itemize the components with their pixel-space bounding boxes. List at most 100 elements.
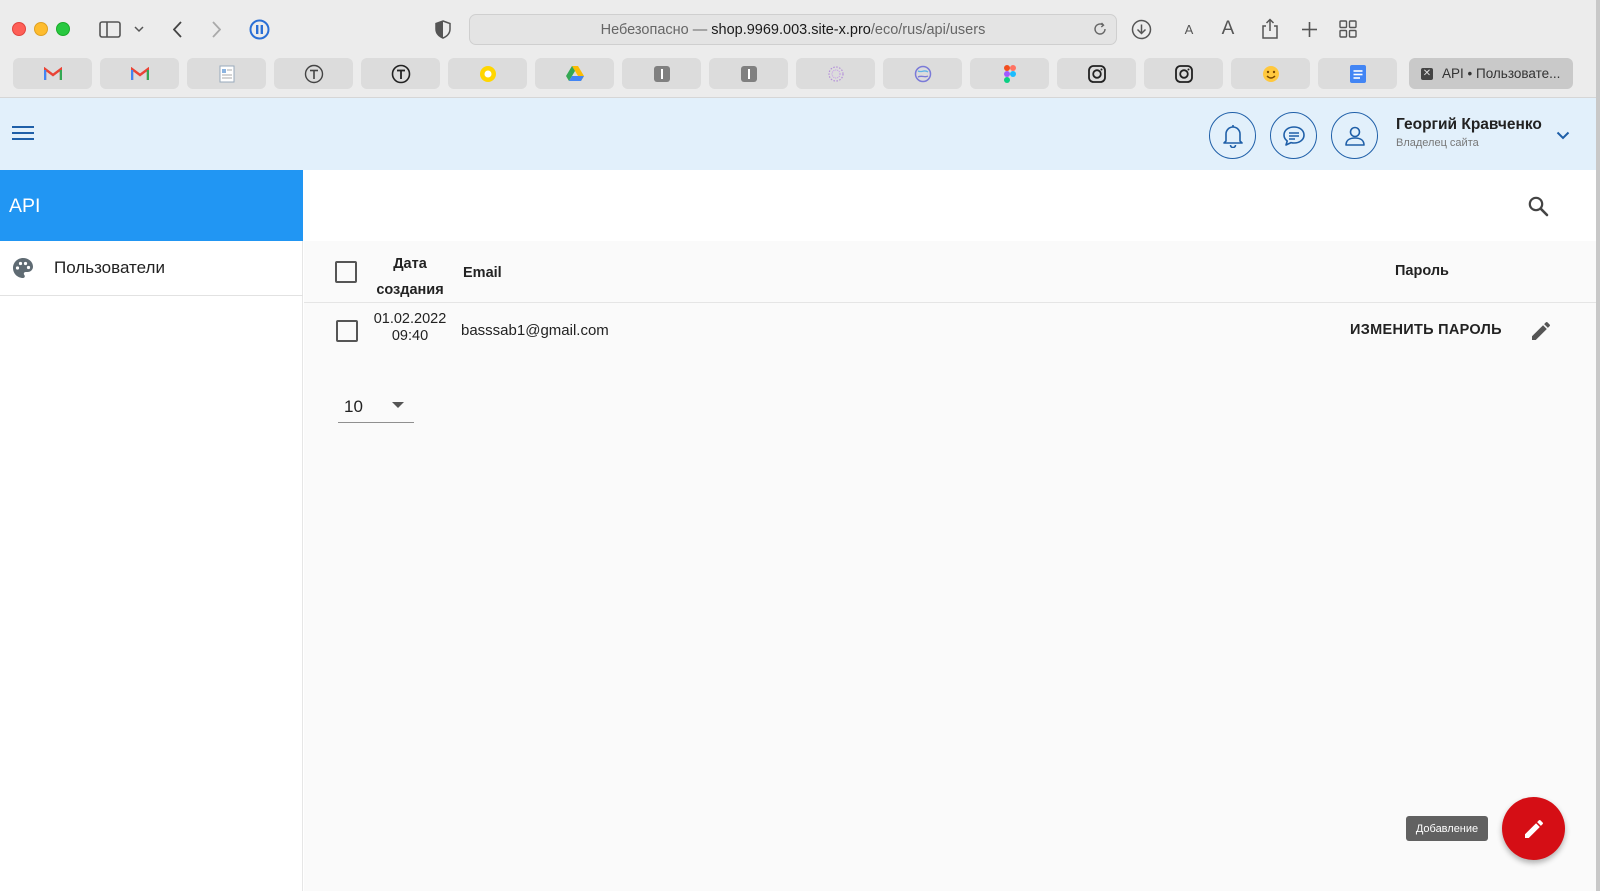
chevron-right-icon xyxy=(212,20,221,38)
tab-flower[interactable] xyxy=(796,58,875,89)
active-tab-label: API • Пользовате... xyxy=(1442,66,1561,81)
select-all-checkbox[interactable] xyxy=(335,261,357,283)
reload-button[interactable] xyxy=(1092,21,1108,41)
google-drive-icon xyxy=(565,66,584,81)
doc-icon xyxy=(219,65,234,82)
forward-button[interactable] xyxy=(208,16,224,42)
reload-icon xyxy=(1094,22,1106,35)
pause-extension-button[interactable] xyxy=(248,16,270,42)
gmail-icon xyxy=(43,66,62,80)
change-password-button[interactable]: ИЗМЕНИТЬ ПАРОЛЬ xyxy=(1350,322,1502,338)
tab-api-users[interactable]: ✕ API • Пользовате... xyxy=(1409,58,1573,89)
tab-doc[interactable] xyxy=(187,58,266,89)
minimize-window-button[interactable] xyxy=(34,22,48,36)
search-icon xyxy=(1528,196,1549,217)
tab-i-1[interactable] xyxy=(622,58,701,89)
tab-gmail-1[interactable] xyxy=(13,58,92,89)
tab-yellow[interactable] xyxy=(448,58,527,89)
gmail-icon xyxy=(130,66,149,80)
zoom-window-button[interactable] xyxy=(56,22,70,36)
download-icon xyxy=(1131,19,1151,39)
chat-icon xyxy=(1282,125,1305,146)
tab-instagram-1[interactable] xyxy=(1057,58,1136,89)
address-bar[interactable]: Небезопасно — shop.9969.003.site-x.pro/e… xyxy=(469,14,1117,45)
figma-icon xyxy=(1003,64,1016,83)
table-row[interactable]: 01.02.2022 09:40 basssab1@gmail.com ИЗМЕ… xyxy=(304,304,1596,360)
chevron-down-icon xyxy=(134,25,144,32)
sidebar-title: API xyxy=(0,170,303,241)
chevron-left-icon xyxy=(173,20,182,38)
palette-icon xyxy=(13,258,33,278)
tab-bar: ✕ API • Пользовате... xyxy=(0,58,1600,90)
new-tab-button[interactable] xyxy=(1300,16,1318,42)
row-date-cell: 01.02.2022 09:40 xyxy=(368,311,452,345)
google-docs-icon xyxy=(1349,64,1366,83)
column-date[interactable]: Дата создания xyxy=(370,251,450,303)
pencil-icon xyxy=(1524,819,1543,838)
tab-t-1[interactable] xyxy=(274,58,353,89)
shield-icon xyxy=(435,19,451,39)
notifications-button[interactable] xyxy=(1209,112,1256,159)
bell-icon xyxy=(1222,124,1243,148)
profile-button[interactable] xyxy=(1331,112,1378,159)
globe-icon xyxy=(914,65,931,82)
tab-google-docs[interactable] xyxy=(1318,58,1397,89)
user-icon xyxy=(1344,126,1365,146)
tab-figma[interactable] xyxy=(970,58,1049,89)
user-name[interactable]: Георгий Кравченко xyxy=(1396,116,1542,134)
instagram-icon xyxy=(1174,64,1193,83)
chevron-down-icon xyxy=(1556,131,1570,140)
sidebar-item-users[interactable]: Пользователи xyxy=(0,241,303,296)
tab-globe[interactable] xyxy=(883,58,962,89)
sidebar-icon xyxy=(99,20,121,38)
tab-i-2[interactable] xyxy=(709,58,788,89)
sidebar-menu-button[interactable] xyxy=(132,16,146,42)
share-icon xyxy=(1262,18,1278,39)
tab-google-drive[interactable] xyxy=(535,58,614,89)
search-button[interactable] xyxy=(1526,194,1550,218)
back-button[interactable] xyxy=(170,16,186,42)
add-tooltip: Добавление xyxy=(1406,816,1488,841)
t-icon xyxy=(391,64,410,83)
text-smaller-button[interactable]: A xyxy=(1182,16,1196,42)
downloads-button[interactable] xyxy=(1130,16,1152,42)
messages-button[interactable] xyxy=(1270,112,1317,159)
privacy-report-button[interactable] xyxy=(433,16,453,42)
sidebar-toggle-button[interactable] xyxy=(98,16,122,42)
main-content: Дата создания Email Пароль 01.02.2022 09… xyxy=(304,170,1596,891)
tab-gmail-2[interactable] xyxy=(100,58,179,89)
i-icon xyxy=(740,65,757,82)
url-host: shop.9969.003.site-x.pro xyxy=(711,21,871,38)
row-checkbox[interactable] xyxy=(336,320,358,342)
user-menu-button[interactable] xyxy=(1556,127,1570,145)
grid-icon xyxy=(1339,20,1357,38)
close-tab-icon[interactable]: ✕ xyxy=(1421,67,1433,80)
share-button[interactable] xyxy=(1260,16,1280,42)
tab-overview-button[interactable] xyxy=(1338,16,1358,42)
edit-row-button[interactable] xyxy=(1529,319,1553,343)
table-toolbar xyxy=(304,170,1596,241)
rows-per-page-select[interactable]: 10 xyxy=(338,388,414,423)
rows-per-page-value: 10 xyxy=(344,397,363,416)
text-larger-button[interactable]: A xyxy=(1219,16,1237,42)
close-window-button[interactable] xyxy=(12,22,26,36)
tab-t-2[interactable] xyxy=(361,58,440,89)
column-email[interactable]: Email xyxy=(463,265,502,281)
table-header: Дата создания Email Пароль xyxy=(304,241,1596,303)
tab-smiley[interactable] xyxy=(1231,58,1310,89)
add-button[interactable] xyxy=(1502,797,1565,860)
tab-instagram-2[interactable] xyxy=(1144,58,1223,89)
yellow-circle-icon xyxy=(479,65,496,82)
window-edge xyxy=(1596,0,1600,891)
sidebar-item-label: Пользователи xyxy=(54,258,165,277)
dropdown-arrow-icon xyxy=(392,402,404,408)
pause-icon xyxy=(249,19,269,39)
flower-icon xyxy=(827,65,844,82)
sidebar: API Пользователи xyxy=(0,170,303,891)
instagram-icon xyxy=(1087,64,1106,83)
t-icon xyxy=(304,64,323,83)
user-role: Владелец сайта xyxy=(1396,137,1479,149)
menu-button[interactable] xyxy=(12,124,34,142)
column-password: Пароль xyxy=(1395,263,1449,279)
row-time: 09:40 xyxy=(391,328,429,344)
